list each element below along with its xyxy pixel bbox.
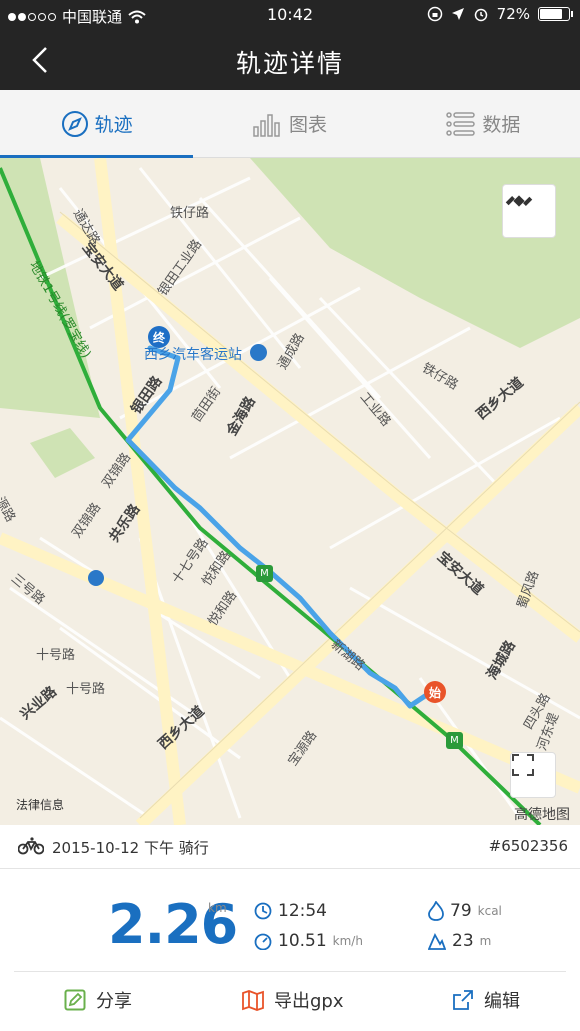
status-bar: 中国联通 10:42 72% xyxy=(0,0,580,30)
park-area xyxy=(30,428,95,478)
rotation-lock-icon xyxy=(427,6,442,22)
app-root: 中国联通 10:42 72% 轨迹详情 轨迹 图表 数据 地铁1号线(罗宝线) … xyxy=(0,0,580,1031)
speed-stat: 10.51 km/h xyxy=(254,931,363,951)
satellite-icon xyxy=(505,195,533,207)
map-legal-link[interactable]: 法律信息 xyxy=(16,796,64,813)
map-label-shihao: 十号路 xyxy=(36,648,76,663)
ride-date: 2015-10-12 下午 骑行 xyxy=(52,839,209,857)
elevation-value: 23 xyxy=(452,931,474,951)
fullscreen-button[interactable] xyxy=(510,752,556,798)
edit-button[interactable]: 编辑 xyxy=(452,987,520,1013)
expand-icon xyxy=(512,754,534,776)
tab-track-label: 轨迹 xyxy=(94,114,133,136)
share-label: 分享 xyxy=(96,991,132,1012)
location-arrow-icon xyxy=(451,8,464,20)
speedometer-icon xyxy=(254,933,272,950)
tab-track[interactable]: 轨迹 xyxy=(0,90,194,158)
calories-unit: kcal xyxy=(477,904,502,918)
map-fold-icon xyxy=(242,990,264,1011)
mountain-icon xyxy=(428,932,446,950)
compass-icon xyxy=(61,110,88,137)
clock-icon xyxy=(254,902,272,920)
bus-station-label: 西乡汽车客运站 xyxy=(144,347,242,363)
share-button[interactable]: 分享 xyxy=(64,987,132,1013)
battery-icon xyxy=(538,7,573,21)
tab-chart[interactable]: 图表 xyxy=(193,90,386,157)
satellite-layer-button[interactable] xyxy=(502,184,556,238)
duration-stat: 12:54 xyxy=(254,901,327,921)
external-edit-icon xyxy=(453,990,473,1010)
divider xyxy=(14,971,566,972)
poi-icon xyxy=(88,570,104,586)
distance-unit: km xyxy=(208,901,227,915)
nav-header: 轨迹详情 xyxy=(0,30,580,90)
metro-station-icon: M xyxy=(446,732,463,749)
flame-icon xyxy=(428,901,444,921)
tab-data[interactable]: 数据 xyxy=(387,90,580,157)
record-id: #6502356 xyxy=(488,837,568,855)
speed-value: 10.51 xyxy=(278,931,327,951)
ride-summary-row: 2015-10-12 下午 骑行 #6502356 xyxy=(0,825,580,869)
metro-station-icon: M xyxy=(256,565,273,582)
calories-value: 79 xyxy=(450,901,472,921)
start-marker[interactable]: 始 xyxy=(424,681,446,703)
edit-note-icon xyxy=(64,989,86,1011)
calories-stat: 79 kcal xyxy=(428,901,502,921)
ride-info-panel: 2015-10-12 下午 骑行 #6502356 2.26 km 12:54 … xyxy=(0,825,580,1031)
alarm-icon xyxy=(474,8,487,22)
bus-icon xyxy=(250,344,267,361)
export-label: 导出gpx xyxy=(274,991,344,1012)
bicycle-icon xyxy=(18,837,44,855)
page-title: 轨迹详情 xyxy=(235,49,344,78)
map-label-tieling: 铁仔路 xyxy=(170,206,210,221)
track-map[interactable]: 地铁1号线(罗宝线) 宝安大道 宝安大道 通达路 铁仔路 银田工业路 银田路 通… xyxy=(0,158,580,825)
speed-unit: km/h xyxy=(332,934,363,948)
elevation-stat: 23 m xyxy=(428,931,491,951)
tab-bar: 轨迹 图表 数据 xyxy=(0,90,580,158)
map-label-shihao-2: 十号路 xyxy=(66,682,106,697)
tab-data-label: 数据 xyxy=(482,114,521,136)
elevation-unit: m xyxy=(479,934,492,948)
tab-chart-label: 图表 xyxy=(288,114,327,136)
edit-label: 编辑 xyxy=(484,991,520,1012)
bar-chart-icon xyxy=(253,113,280,137)
duration-value: 12:54 xyxy=(278,901,327,921)
export-gpx-button[interactable]: 导出gpx xyxy=(242,987,344,1013)
battery-percent: 72% xyxy=(496,5,530,23)
map-brand-logo: 高德地图 xyxy=(514,807,570,823)
status-right: 72% xyxy=(427,5,573,23)
battery-level xyxy=(540,9,562,19)
list-icon xyxy=(446,111,476,136)
